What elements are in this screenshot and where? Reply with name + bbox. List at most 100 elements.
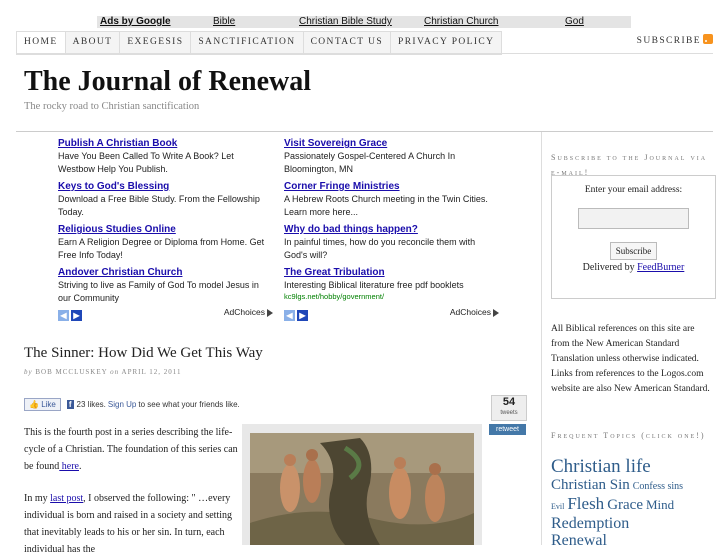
- ad-next-icon[interactable]: ▶: [297, 310, 308, 322]
- post-paragraph: This is the fourth post in a series desc…: [24, 424, 244, 475]
- ad-unit: Keys to God's Blessing Download a Free B…: [58, 181, 273, 224]
- nav-privacy-policy[interactable]: PRIVACY POLICY: [391, 32, 502, 54]
- byline-prefix: by: [24, 368, 33, 376]
- ad-unit: Why do bad things happen? In painful tim…: [284, 224, 499, 267]
- ad-unit: Visit Sovereign Grace Passionately Gospe…: [284, 138, 499, 181]
- facebook-signup-link[interactable]: Sign Up: [108, 400, 136, 409]
- nav-divider: [16, 53, 713, 54]
- email-subscribe-box: Enter your email address: Subscribe Deli…: [551, 175, 716, 299]
- ad-link-god[interactable]: God: [565, 16, 584, 28]
- adchoices-label: AdChoices: [449, 307, 491, 317]
- ad-prev-icon[interactable]: ◀: [284, 310, 295, 322]
- tag-link[interactable]: Mind: [646, 497, 674, 512]
- ad-description: Download a Free Bible Study. From the Fe…: [58, 194, 260, 217]
- tweet-count-label: tweets: [500, 410, 518, 416]
- last-post-link[interactable]: last post: [50, 493, 83, 504]
- nav-home[interactable]: HOME: [17, 32, 66, 54]
- ad-title[interactable]: Why do bad things happen?: [284, 224, 499, 236]
- delivered-label: Delivered by: [582, 262, 638, 273]
- series-link[interactable]: here: [59, 461, 79, 472]
- email-label: Enter your email address:: [584, 185, 683, 195]
- ad-next-icon[interactable]: ▶: [71, 310, 82, 322]
- ad-description: A Hebrew Roots Church meeting in the Twi…: [284, 194, 488, 217]
- adchoices-icon: [493, 308, 499, 317]
- tweet-count-box[interactable]: 54 tweets: [491, 395, 527, 421]
- post-byline: by BOB MCCLUSKEY on APRIL 12, 2011: [24, 368, 182, 376]
- ad-description: Have You Been Called To Write A Book? Le…: [58, 151, 234, 174]
- ad-title[interactable]: Corner Fringe Ministries: [284, 181, 499, 193]
- ad-title[interactable]: Visit Sovereign Grace: [284, 138, 499, 150]
- ad-nav-right: ◀ ▶ AdChoices: [284, 307, 499, 325]
- ad-description: Interesting Biblical literature free pdf…: [284, 280, 464, 290]
- frequent-topics-heading: Frequent Topics (click one!): [551, 431, 706, 440]
- facebook-icon: f: [66, 400, 74, 409]
- post-date: APRIL 12, 2011: [121, 368, 182, 376]
- email-input[interactable]: [578, 208, 689, 229]
- tag-link[interactable]: Confess sins: [633, 481, 683, 492]
- post-author[interactable]: BOB MCCLUSKEY: [35, 368, 107, 376]
- paragraph-text: .: [79, 461, 82, 472]
- ad-description: In painful times, how do you reconcile t…: [284, 237, 476, 260]
- ad-links-bar: Ads by Google Bible Christian Bible Stud…: [97, 16, 631, 28]
- fresco-image-icon: [250, 433, 474, 545]
- adchoices-icon: [267, 308, 273, 317]
- header-divider: [16, 131, 713, 132]
- feedburner-link[interactable]: FeedBurner: [637, 262, 684, 273]
- ad-link-christian-bible-study[interactable]: Christian Bible Study: [299, 16, 392, 28]
- facebook-like-button[interactable]: 👍 Like: [24, 398, 61, 411]
- nav-sanctification[interactable]: SANCTIFICATION: [191, 32, 304, 54]
- post-title[interactable]: The Sinner: How Did We Get This Way: [24, 345, 263, 362]
- sidebar-divider: [541, 132, 542, 545]
- ad-title[interactable]: Publish A Christian Book: [58, 138, 273, 150]
- post-paragraph: In my last post, I observed the followin…: [24, 490, 244, 558]
- ad-unit: Corner Fringe Ministries A Hebrew Roots …: [284, 181, 499, 224]
- tag-link[interactable]: Renewal: [551, 532, 607, 549]
- tag-link[interactable]: Christian life: [551, 456, 651, 477]
- ad-block-left: Publish A Christian Book Have You Been C…: [58, 138, 273, 310]
- facebook-like-count: 23 likes.: [76, 400, 106, 409]
- ad-unit: Publish A Christian Book Have You Been C…: [58, 138, 273, 181]
- adchoices-link[interactable]: AdChoices: [224, 307, 273, 317]
- tag-link[interactable]: Christian Sin: [551, 477, 630, 493]
- biblical-references-note: All Biblical references on this site are…: [551, 324, 710, 394]
- byline-on: on: [110, 368, 120, 376]
- tag-cloud: Christian life Christian Sin Confess sins…: [551, 456, 721, 549]
- post-image: [242, 424, 482, 545]
- site-title[interactable]: The Journal of Renewal: [24, 66, 311, 98]
- paragraph-text: In my: [24, 493, 51, 504]
- retweet-button[interactable]: retweet: [489, 424, 526, 435]
- nav-about[interactable]: ABOUT: [65, 32, 121, 54]
- ad-url[interactable]: kc9lgs.net/hobby/government/: [284, 292, 499, 302]
- ad-title[interactable]: Keys to God's Blessing: [58, 181, 273, 193]
- tag-link[interactable]: Redemption: [551, 515, 629, 532]
- nav-contact-us[interactable]: CONTACT US: [303, 32, 392, 54]
- main-nav: HOME ABOUT EXEGESIS SANCTIFICATION CONTA…: [16, 31, 503, 55]
- ad-unit: Andover Christian Church Striving to liv…: [58, 267, 273, 310]
- facebook-like-label: Like: [41, 400, 56, 409]
- ad-description: Earn A Religion Degree or Diploma from H…: [58, 237, 265, 260]
- ad-title[interactable]: The Great Tribulation: [284, 267, 499, 279]
- ad-unit: The Great Tribulation Interesting Biblic…: [284, 267, 499, 310]
- tag-link[interactable]: Grace: [607, 497, 643, 513]
- rss-icon: [703, 34, 713, 44]
- tag-link[interactable]: Flesh: [567, 494, 604, 513]
- ad-title[interactable]: Religious Studies Online: [58, 224, 273, 236]
- adchoices-link[interactable]: AdChoices: [450, 307, 499, 317]
- tag-link[interactable]: Evil: [551, 502, 564, 511]
- subscribe-button[interactable]: Subscribe: [609, 242, 658, 260]
- tweet-count: 54: [502, 396, 516, 408]
- paragraph-text: This is the fourth post in a series desc…: [24, 427, 238, 472]
- ad-nav-left: ◀ ▶ AdChoices: [58, 307, 273, 325]
- subscribe-link[interactable]: SUBSCRIBE: [637, 31, 713, 52]
- adchoices-label: AdChoices: [223, 307, 265, 317]
- delivered-by: Delivered by FeedBurner: [552, 262, 715, 273]
- ad-link-bible[interactable]: Bible: [213, 16, 235, 28]
- ad-prev-icon[interactable]: ◀: [58, 310, 69, 322]
- ad-links-label[interactable]: Ads by Google: [100, 16, 171, 28]
- nav-exegesis[interactable]: EXEGESIS: [120, 32, 192, 54]
- ad-link-christian-church[interactable]: Christian Church: [424, 16, 498, 28]
- ad-title[interactable]: Andover Christian Church: [58, 267, 273, 279]
- ad-block-right: Visit Sovereign Grace Passionately Gospe…: [284, 138, 499, 310]
- facebook-like-bar: 👍 Like f 23 likes. Sign Up to see what y…: [24, 398, 240, 411]
- ad-unit: Religious Studies Online Earn A Religion…: [58, 224, 273, 267]
